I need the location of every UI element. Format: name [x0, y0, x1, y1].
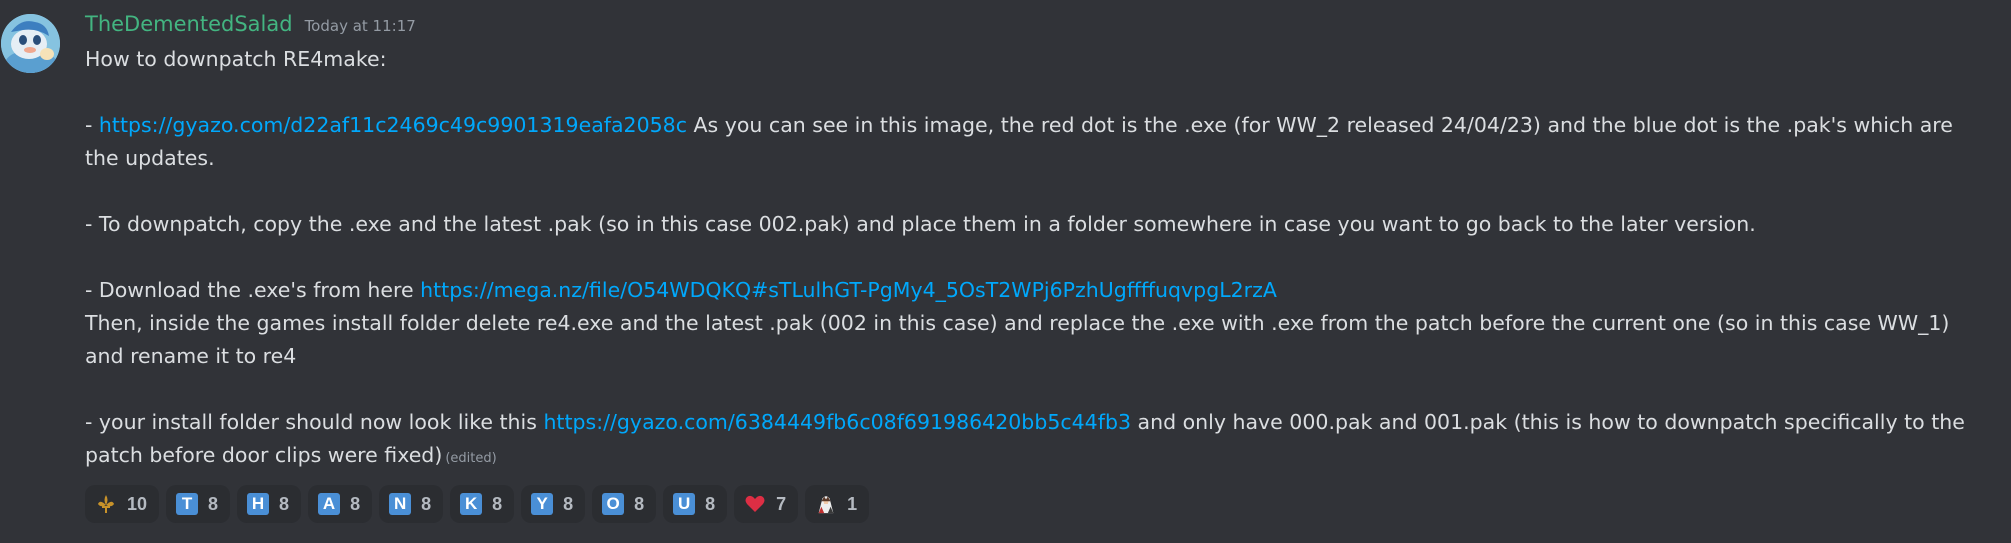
- message-content: TheDementedSalad Today at 11:17 How to d…: [85, 12, 1985, 523]
- regional-indicator-t-icon: T: [176, 493, 199, 515]
- reaction-count: 7: [776, 493, 787, 514]
- line-4-text: - Download the .exe's from here: [85, 278, 421, 302]
- regional-indicator-y-icon: Y: [531, 493, 554, 515]
- reactions-bar: 10 T 8 H 8 A 8 N 8 K 8 Y 8 O 8 U 8 7 1: [85, 485, 1985, 523]
- message-line-3: - To downpatch, copy the .exe and the la…: [85, 212, 1756, 236]
- user-avatar[interactable]: [1, 14, 60, 73]
- regional-indicator-u-icon: U: [673, 493, 696, 515]
- message-line-6: - your install folder should now look li…: [85, 406, 1985, 475]
- message-line-4: - Download the .exe's from here https://…: [85, 274, 1985, 307]
- regional-indicator-h-icon: H: [247, 493, 270, 515]
- text-dash: -: [85, 113, 99, 137]
- reaction-count: 8: [350, 493, 361, 514]
- message-line-2: - https://gyazo.com/d22af11c2469c49c9901…: [85, 109, 1985, 175]
- reaction-count: 10: [127, 493, 148, 514]
- reaction-fleur-de-lis[interactable]: 10: [85, 485, 160, 523]
- reaction-count: 1: [847, 493, 858, 514]
- regional-indicator-a-icon: A: [318, 493, 341, 515]
- edited-label: (edited): [445, 451, 497, 466]
- message-header: TheDementedSalad Today at 11:17: [85, 12, 1985, 40]
- reaction-letter-o[interactable]: O 8: [592, 485, 657, 523]
- message-line-5: Then, inside the games install folder de…: [85, 311, 1950, 368]
- message-body: How to downpatch RE4make: - https://gyaz…: [85, 43, 1985, 475]
- gyazo-link-2[interactable]: https://gyazo.com/6384449fb6c08f69198642…: [543, 410, 1131, 434]
- reaction-count: 8: [421, 493, 432, 514]
- reaction-custom-emoji[interactable]: 1: [805, 485, 870, 523]
- reaction-letter-u[interactable]: U 8: [663, 485, 728, 523]
- reaction-letter-t[interactable]: T 8: [166, 485, 231, 523]
- reaction-letter-a[interactable]: A 8: [308, 485, 373, 523]
- message-line-1: How to downpatch RE4make:: [85, 47, 387, 71]
- reaction-letter-h[interactable]: H 8: [237, 485, 302, 523]
- author-username[interactable]: TheDementedSalad: [85, 12, 293, 36]
- red-heart-icon: [744, 493, 766, 515]
- reaction-red-heart[interactable]: 7: [734, 485, 799, 523]
- reaction-count: 8: [279, 493, 290, 514]
- reaction-count: 8: [563, 493, 574, 514]
- reaction-count: 8: [208, 493, 219, 514]
- avatar-image: [1, 14, 60, 73]
- reaction-count: 8: [705, 493, 716, 514]
- chat-message: TheDementedSalad Today at 11:17 How to d…: [0, 0, 2011, 543]
- reaction-letter-n[interactable]: N 8: [379, 485, 444, 523]
- reaction-count: 8: [634, 493, 645, 514]
- reaction-letter-k[interactable]: K 8: [450, 485, 515, 523]
- fleur-de-lis-icon: [95, 493, 117, 515]
- message-timestamp[interactable]: Today at 11:17: [305, 17, 416, 35]
- reaction-letter-y[interactable]: Y 8: [521, 485, 586, 523]
- regional-indicator-k-icon: K: [460, 493, 483, 515]
- line-6-text: - your install folder should now look li…: [85, 410, 544, 434]
- regional-indicator-n-icon: N: [389, 493, 412, 515]
- reaction-count: 8: [492, 493, 503, 514]
- gyazo-link-1[interactable]: https://gyazo.com/d22af11c2469c49c990131…: [99, 113, 687, 137]
- mega-link[interactable]: https://mega.nz/file/O54WDQKQ#sTLulhGT-P…: [420, 278, 1277, 302]
- custom-character-icon: [815, 493, 837, 515]
- regional-indicator-o-icon: O: [602, 493, 625, 515]
